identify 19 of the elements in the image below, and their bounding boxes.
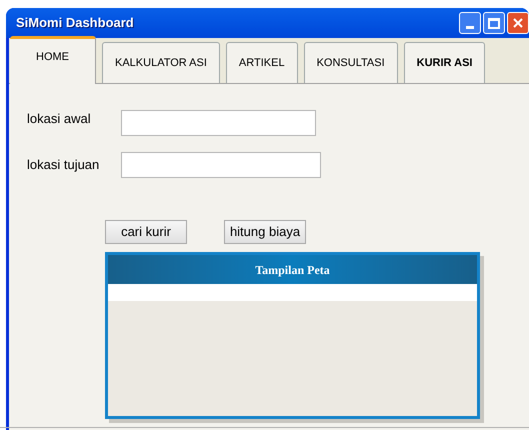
minimize-icon <box>466 26 474 29</box>
input-field[interactable] <box>121 110 316 136</box>
action-button[interactable]: hitung biaya <box>224 220 306 244</box>
minimize-button[interactable] <box>459 12 481 34</box>
tab[interactable]: HOME <box>10 36 96 84</box>
tab[interactable]: ARTIKEL <box>226 42 298 83</box>
panel-title: Tampilan Peta <box>108 255 477 284</box>
field-label: lokasi awal <box>27 110 92 128</box>
maximize-button[interactable] <box>483 12 505 34</box>
close-button[interactable] <box>507 12 529 34</box>
field-label: lokasi tujuan <box>27 156 100 174</box>
window-title: SiMomi Dashboard <box>16 14 135 32</box>
action-button[interactable]: cari kurir <box>105 220 187 244</box>
tab[interactable]: KALKULATOR ASI <box>102 42 220 83</box>
input-field[interactable] <box>121 152 321 178</box>
tab[interactable]: KURIR ASI <box>404 42 486 83</box>
close-icon <box>513 18 523 28</box>
tab[interactable]: KONSULTASI <box>304 42 398 83</box>
maximize-icon <box>488 18 500 28</box>
